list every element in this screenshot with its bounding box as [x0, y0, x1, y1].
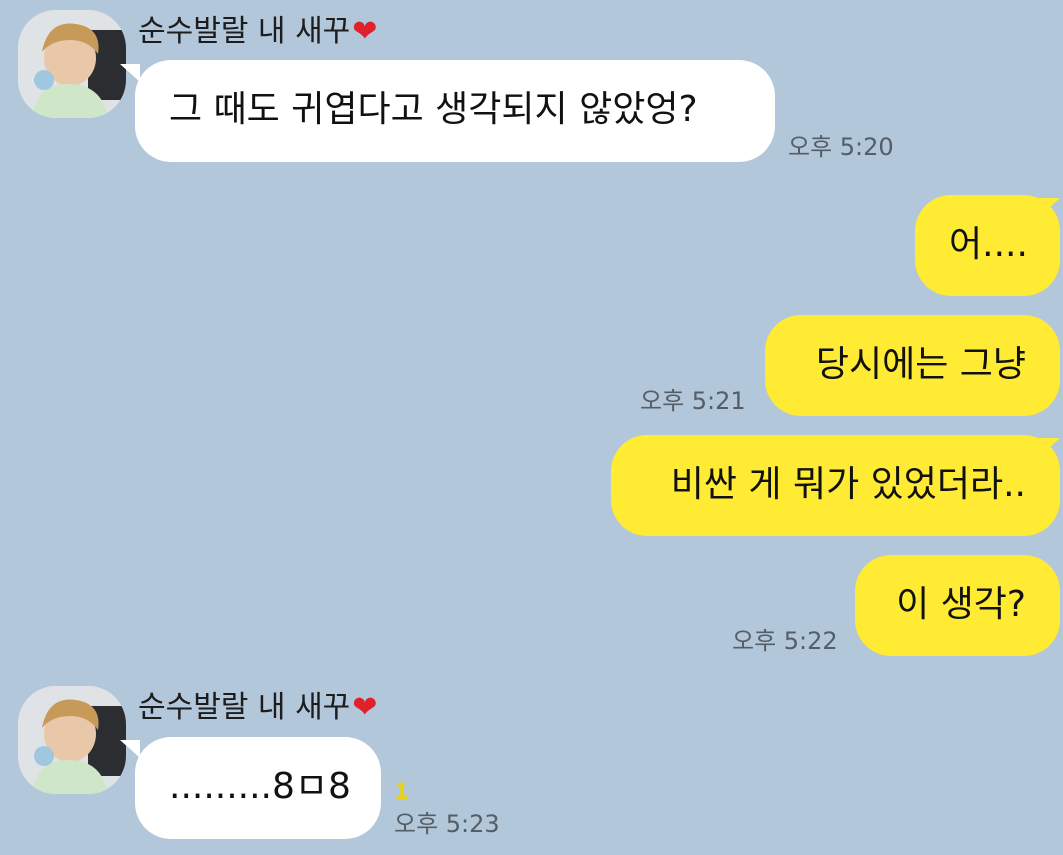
message-bubble-outgoing[interactable]: 비싼 게 뭐가 있었더라..: [611, 435, 1060, 536]
avatar-photo: [18, 686, 126, 794]
message-text: 비싼 게 뭐가 있었더라..: [670, 464, 1026, 505]
message-timestamp: 오후 5:21: [640, 387, 746, 415]
message-text: 당시에는 그냥: [815, 344, 1026, 385]
contact-avatar[interactable]: [18, 686, 126, 794]
heart-icon: ❤: [352, 690, 378, 725]
avatar-photo: [18, 10, 126, 118]
message-timestamp: 오후 5:23: [394, 810, 500, 838]
message-timestamp: 오후 5:22: [732, 627, 838, 655]
unread-count: 1: [394, 780, 410, 805]
sender-name-text: 순수발랄 내 새꾸: [138, 690, 351, 725]
sender-name: 순수발랄 내 새꾸❤: [138, 688, 377, 728]
message-bubble-outgoing[interactable]: 당시에는 그냥: [765, 315, 1060, 416]
contact-avatar[interactable]: [18, 10, 126, 118]
bubble-tail: [120, 740, 140, 758]
message-bubble-incoming[interactable]: 그 때도 귀엽다고 생각되지 않았엉?: [135, 60, 775, 162]
bubble-tail: [1040, 438, 1060, 456]
sender-name-text: 순수발랄 내 새꾸: [138, 14, 351, 49]
sender-name: 순수발랄 내 새꾸❤: [138, 12, 377, 52]
message-text: 어....: [949, 224, 1028, 265]
message-bubble-outgoing[interactable]: 이 생각?: [855, 555, 1060, 656]
heart-icon: ❤: [352, 14, 378, 49]
message-bubble-incoming[interactable]: .........8ㅁ8: [135, 737, 381, 839]
bubble-tail: [120, 64, 140, 82]
message-text: .........8ㅁ8: [169, 766, 351, 807]
chat-area: 순수발랄 내 새꾸❤ 그 때도 귀엽다고 생각되지 않았엉? 오후 5:20 어…: [0, 0, 1063, 855]
bubble-tail: [1040, 198, 1060, 216]
message-text: 이 생각?: [896, 584, 1026, 625]
message-timestamp: 오후 5:20: [788, 133, 894, 161]
message-bubble-outgoing[interactable]: 어....: [915, 195, 1060, 296]
message-text: 그 때도 귀엽다고 생각되지 않았엉?: [169, 89, 698, 130]
